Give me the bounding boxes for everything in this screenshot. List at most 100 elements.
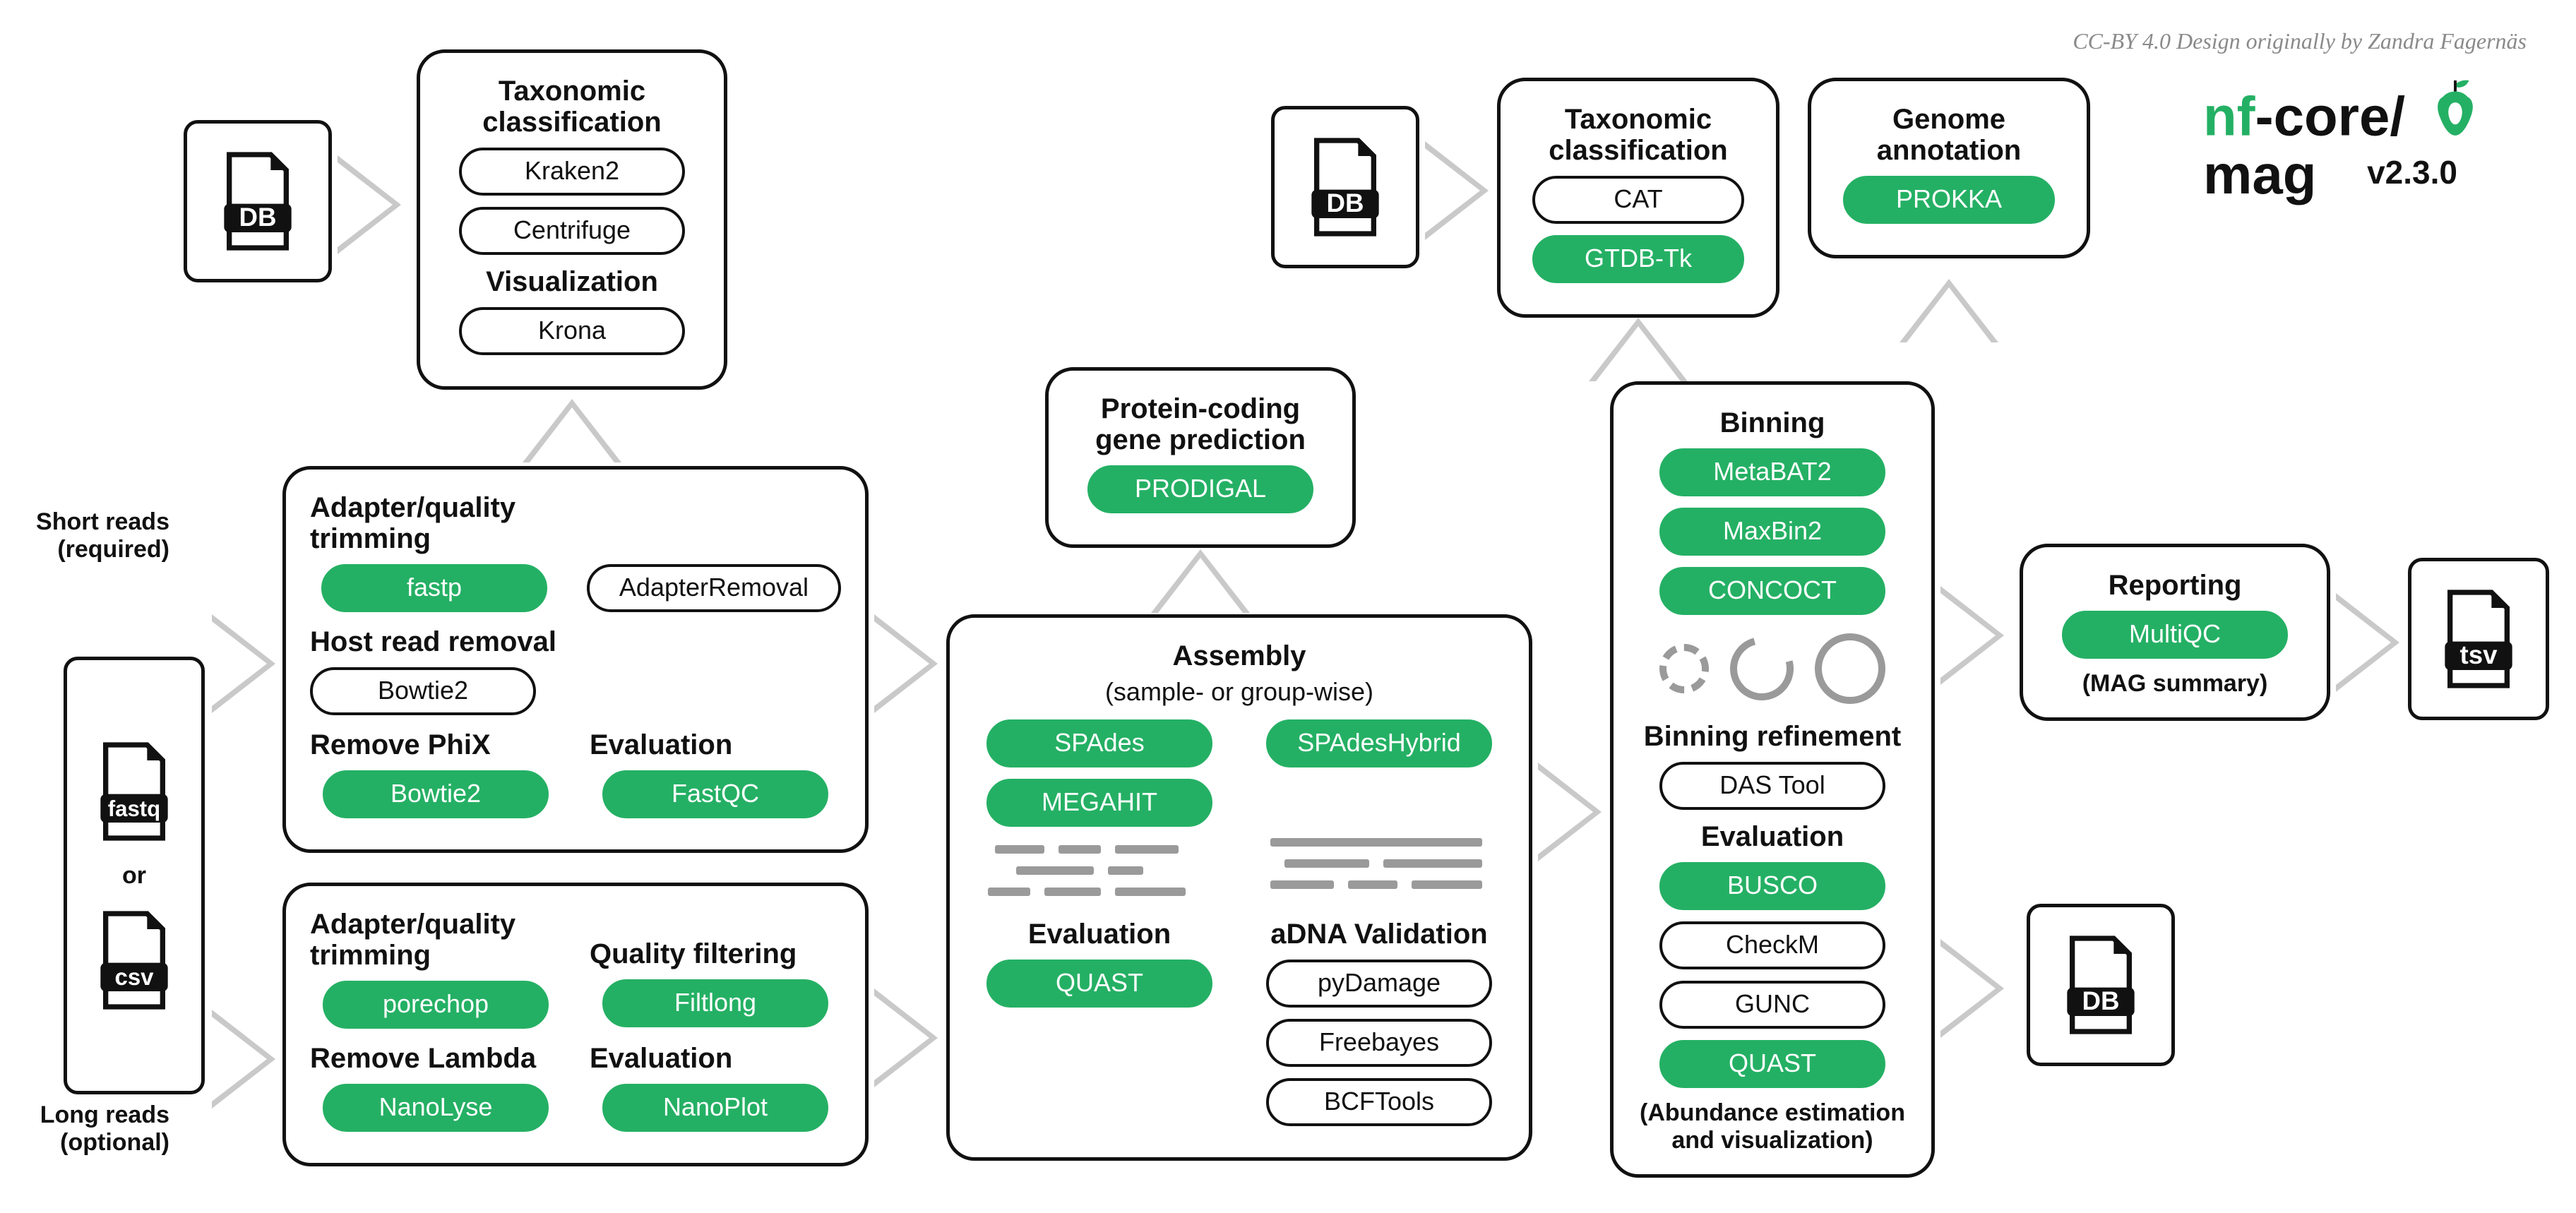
panel-binning: Binning MetaBAT2 MaxBin2 CONCOCT Binning… bbox=[1610, 381, 1935, 1178]
apple-core-icon bbox=[2428, 78, 2483, 140]
svg-text:csv: csv bbox=[114, 963, 154, 989]
pill-kraken2: Kraken2 bbox=[459, 148, 685, 196]
tax-bins-title: Taxonomic classification bbox=[1525, 104, 1752, 166]
arrow-report-to-tsv bbox=[2336, 593, 2399, 692]
pill-spadeshybrid: SPAdesHybrid bbox=[1266, 719, 1492, 767]
panel-gene-prediction: Protein-coding gene prediction PRODIGAL bbox=[1045, 367, 1356, 548]
fastq-file-icon: fastq bbox=[95, 742, 173, 841]
short-reads-caption: Short reads (required) bbox=[0, 508, 169, 563]
arrow-input-to-long bbox=[212, 1010, 275, 1109]
input-or-label: or bbox=[122, 862, 146, 890]
brand-core: -core/ bbox=[2255, 85, 2405, 148]
db-box-bins: DB bbox=[1271, 106, 1419, 268]
pill-quast-bin: QUAST bbox=[1659, 1040, 1885, 1088]
pill-prokka: PROKKA bbox=[1843, 176, 2055, 224]
pill-concoct: CONCOCT bbox=[1659, 567, 1885, 615]
tsv-file-icon: tsv bbox=[2440, 590, 2517, 688]
pill-cat: CAT bbox=[1532, 176, 1744, 224]
panel-assembly: Assembly (sample- or group-wise) SPAdes … bbox=[946, 614, 1532, 1161]
license-credit: CC-BY 4.0 Design originally by Zandra Fa… bbox=[2073, 28, 2527, 54]
panel-long-reads: Adapter/quality trimming porechop Qualit… bbox=[282, 883, 869, 1166]
pill-pydamage: pyDamage bbox=[1266, 960, 1492, 1008]
svg-text:tsv: tsv bbox=[2460, 640, 2498, 669]
db-output-icon: DB bbox=[2062, 936, 2140, 1034]
pill-multiqc: MultiQC bbox=[2062, 611, 2288, 659]
bins-decoration bbox=[1638, 626, 1907, 711]
short-host-title: Host read removal bbox=[310, 626, 841, 657]
short-phix-title: Remove PhiX bbox=[310, 729, 561, 760]
tax-reads-viz-title: Visualization bbox=[444, 266, 700, 297]
arrow-bin-to-annot bbox=[1900, 279, 1998, 342]
pill-bowtie2-host: Bowtie2 bbox=[310, 667, 536, 715]
pill-gtdbtk: GTDB-Tk bbox=[1532, 235, 1744, 283]
pill-checkm: CheckM bbox=[1659, 921, 1885, 969]
brand-version: v2.3.0 bbox=[2367, 155, 2457, 189]
assembly-eval-title: Evaluation bbox=[974, 919, 1225, 950]
csv-file-icon: csv bbox=[95, 911, 173, 1010]
panel-annotation: Genome annotation PROKKA bbox=[1808, 78, 2090, 258]
arrow-db-to-tax bbox=[338, 155, 401, 254]
arrow-assembly-to-binning bbox=[1538, 763, 1602, 861]
arrow-assembly-to-gene bbox=[1151, 549, 1250, 613]
bin-foot: (Abundance estimation and visualization) bbox=[1638, 1099, 1907, 1154]
pill-bcftools: BCFTools bbox=[1266, 1078, 1492, 1126]
pill-krona: Krona bbox=[459, 307, 685, 355]
arrow-input-to-short bbox=[212, 614, 275, 713]
report-foot: (MAG summary) bbox=[2047, 670, 2303, 698]
db-file-icon: DB bbox=[219, 152, 297, 251]
pill-spades: SPAdes bbox=[986, 719, 1212, 767]
pill-bowtie2-phix: Bowtie2 bbox=[323, 770, 549, 818]
long-reads-caption: Long reads (optional) bbox=[0, 1101, 169, 1157]
svg-text:fastq: fastq bbox=[108, 796, 160, 820]
panel-reporting: Reporting MultiQC (MAG summary) bbox=[2020, 544, 2330, 721]
pill-busco: BUSCO bbox=[1659, 862, 1885, 910]
svg-text:DB: DB bbox=[2082, 986, 2120, 1015]
annot-title: Genome annotation bbox=[1835, 104, 2063, 166]
panel-short-reads: Adapter/quality trimming fastp AdapterRe… bbox=[282, 466, 869, 853]
contigs-decoration-left bbox=[988, 838, 1214, 909]
assembly-subtitle: (sample- or group-wise) bbox=[974, 677, 1505, 707]
brand-name: mag bbox=[2203, 143, 2316, 205]
assembly-title: Assembly bbox=[974, 640, 1505, 671]
pill-nanoplot: NanoPlot bbox=[602, 1084, 828, 1132]
pill-fastqc: FastQC bbox=[602, 770, 828, 818]
pill-adapterremoval: AdapterRemoval bbox=[587, 564, 841, 612]
arrow-bin-to-report bbox=[1940, 586, 2004, 685]
svg-text:DB: DB bbox=[1327, 189, 1364, 217]
arrow-bin-to-dbout bbox=[1940, 939, 2004, 1038]
bin-title: Binning bbox=[1638, 407, 1907, 438]
short-trim-title: Adapter/quality trimming bbox=[310, 492, 559, 554]
panel-taxonomic-bins: Taxonomic classification CAT GTDB-Tk bbox=[1497, 78, 1779, 318]
bin-eval-title: Evaluation bbox=[1638, 821, 1907, 852]
tax-reads-title: Taxonomic classification bbox=[444, 76, 700, 138]
long-qf-title: Quality filtering bbox=[590, 938, 841, 969]
assembly-adna-title: aDNA Validation bbox=[1253, 919, 1505, 950]
pill-fastp: fastp bbox=[321, 564, 547, 612]
long-eval-title: Evaluation bbox=[590, 1043, 841, 1074]
long-trim-title: Adapter/quality trimming bbox=[310, 909, 561, 971]
bin-refine-title: Binning refinement bbox=[1638, 721, 1907, 752]
db-output-box: DB bbox=[2027, 904, 2175, 1066]
report-title: Reporting bbox=[2047, 570, 2303, 601]
long-lambda-title: Remove Lambda bbox=[310, 1043, 561, 1074]
arrow-bin-to-tax2 bbox=[1589, 318, 1688, 381]
pill-megahit: MEGAHIT bbox=[986, 779, 1212, 827]
pill-maxbin2: MaxBin2 bbox=[1659, 508, 1885, 556]
pill-metabat2: MetaBAT2 bbox=[1659, 448, 1885, 496]
db-file-icon-bins: DB bbox=[1306, 138, 1384, 237]
arrow-short-to-tax bbox=[523, 399, 621, 462]
pill-nanolyse: NanoLyse bbox=[323, 1084, 549, 1132]
pill-porechop: porechop bbox=[323, 981, 549, 1029]
pipeline-brand: nf-core/ mag v2.3.0 bbox=[2203, 78, 2483, 203]
pill-centrifuge: Centrifuge bbox=[459, 207, 685, 255]
db-box-reads: DB bbox=[184, 120, 332, 282]
pill-freebayes: Freebayes bbox=[1266, 1019, 1492, 1067]
contigs-decoration-right bbox=[1270, 838, 1496, 909]
gene-title: Protein-coding gene prediction bbox=[1073, 393, 1328, 455]
arrow-long-to-assembly bbox=[874, 988, 938, 1087]
pill-gunc: GUNC bbox=[1659, 981, 1885, 1029]
tsv-output-box: tsv bbox=[2408, 558, 2549, 720]
panel-taxonomic-reads: Taxonomic classification Kraken2 Centrif… bbox=[417, 49, 727, 390]
arrow-short-to-assembly bbox=[874, 614, 938, 713]
short-eval-title: Evaluation bbox=[590, 729, 841, 760]
